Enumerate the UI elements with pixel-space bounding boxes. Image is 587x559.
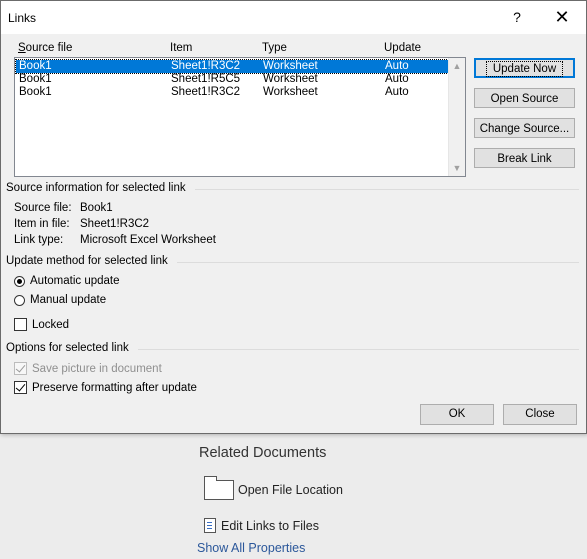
source-info-heading: Source information for selected link xyxy=(6,182,186,194)
links-list[interactable]: Book1 Sheet1!R3C2 Worksheet Auto Book1 S… xyxy=(14,57,466,177)
list-item[interactable]: Book1 Sheet1!R3C2 Worksheet Auto xyxy=(15,59,449,74)
checkbox-checked-disabled-icon xyxy=(14,362,27,375)
preserve-formatting-label: Preserve formatting after update xyxy=(32,381,197,394)
list-scrollbar[interactable]: ▲ ▼ xyxy=(448,58,465,176)
edit-links-link[interactable]: Edit Links to Files xyxy=(204,518,319,533)
show-all-properties-link[interactable]: Show All Properties xyxy=(197,541,305,555)
help-button[interactable]: ? xyxy=(503,5,531,29)
column-header-type: Type xyxy=(262,42,287,54)
item-in-file-value: Sheet1!R3C2 xyxy=(80,218,150,230)
group-divider xyxy=(177,262,579,263)
close-icon[interactable]: ✕ xyxy=(545,4,579,30)
link-update: Auto xyxy=(385,60,409,72)
source-file-label: Source file: xyxy=(14,202,72,214)
link-item: Sheet1!R5C5 xyxy=(171,73,241,85)
manual-update-radio[interactable]: Manual update xyxy=(14,294,106,306)
link-type: Worksheet xyxy=(263,60,318,72)
update-now-button[interactable]: Update Now xyxy=(474,58,575,78)
save-picture-checkbox: Save picture in document xyxy=(14,362,162,375)
automatic-update-label: Automatic update xyxy=(30,275,120,287)
scroll-down-icon[interactable]: ▼ xyxy=(449,160,465,176)
link-type: Worksheet xyxy=(263,73,318,85)
column-header-item: Item xyxy=(170,42,193,54)
break-link-button[interactable]: Break Link xyxy=(474,148,575,168)
locked-label: Locked xyxy=(32,318,70,331)
group-divider xyxy=(138,349,579,350)
list-item[interactable]: Book1 Sheet1!R5C5 Worksheet Auto xyxy=(16,73,448,86)
ok-button[interactable]: OK xyxy=(420,404,494,425)
column-header-source: Source file xyxy=(18,42,73,54)
link-item: Sheet1!R3C2 xyxy=(171,60,241,72)
preserve-formatting-checkbox[interactable]: Preserve formatting after update xyxy=(14,381,197,394)
folder-icon xyxy=(204,476,234,500)
link-type-label: Link type: xyxy=(14,234,64,246)
group-divider xyxy=(195,189,579,190)
item-in-file-label: Item in file: xyxy=(14,218,70,230)
checkbox-unchecked-icon[interactable] xyxy=(14,318,27,331)
dialog-titlebar[interactable]: Links ? ✕ xyxy=(1,1,586,34)
link-update: Auto xyxy=(385,86,409,98)
column-header-update: Update xyxy=(384,42,422,54)
link-type-value: Microsoft Excel Worksheet xyxy=(80,234,216,246)
open-source-button[interactable]: Open Source xyxy=(474,88,575,108)
link-item: Sheet1!R3C2 xyxy=(171,86,241,98)
source-file-value: Book1 xyxy=(80,202,113,214)
edit-links-label: Edit Links to Files xyxy=(221,518,319,533)
radio-selected-icon[interactable] xyxy=(14,275,25,287)
update-method-heading: Update method for selected link xyxy=(6,255,168,267)
related-documents-heading: Related Documents xyxy=(199,445,327,461)
close-button[interactable]: Close xyxy=(503,404,577,425)
open-file-location-link[interactable]: Open File Location xyxy=(204,476,343,500)
automatic-update-radio[interactable]: Automatic update xyxy=(14,275,120,287)
link-type: Worksheet xyxy=(263,86,318,98)
list-item[interactable]: Book1 Sheet1!R3C2 Worksheet Auto xyxy=(16,86,448,99)
manual-update-label: Manual update xyxy=(30,294,107,306)
dialog-title: Links xyxy=(8,11,37,25)
save-picture-label: Save picture in document xyxy=(32,362,162,375)
link-update: Auto xyxy=(385,73,409,85)
link-source: Book1 xyxy=(19,60,52,72)
link-source: Book1 xyxy=(19,73,52,85)
options-heading: Options for selected link xyxy=(6,342,129,354)
links-dialog: Links ? ✕ Source file Item Type Update B… xyxy=(0,0,587,434)
document-link-icon xyxy=(204,518,216,533)
change-source-button[interactable]: Change Source... xyxy=(474,118,575,138)
locked-checkbox[interactable]: Locked xyxy=(14,318,69,331)
open-file-location-label: Open File Location xyxy=(238,483,343,497)
radio-unselected-icon[interactable] xyxy=(14,294,25,306)
scroll-up-icon[interactable]: ▲ xyxy=(449,58,465,74)
checkbox-checked-icon[interactable] xyxy=(14,381,27,394)
link-source: Book1 xyxy=(19,86,52,98)
